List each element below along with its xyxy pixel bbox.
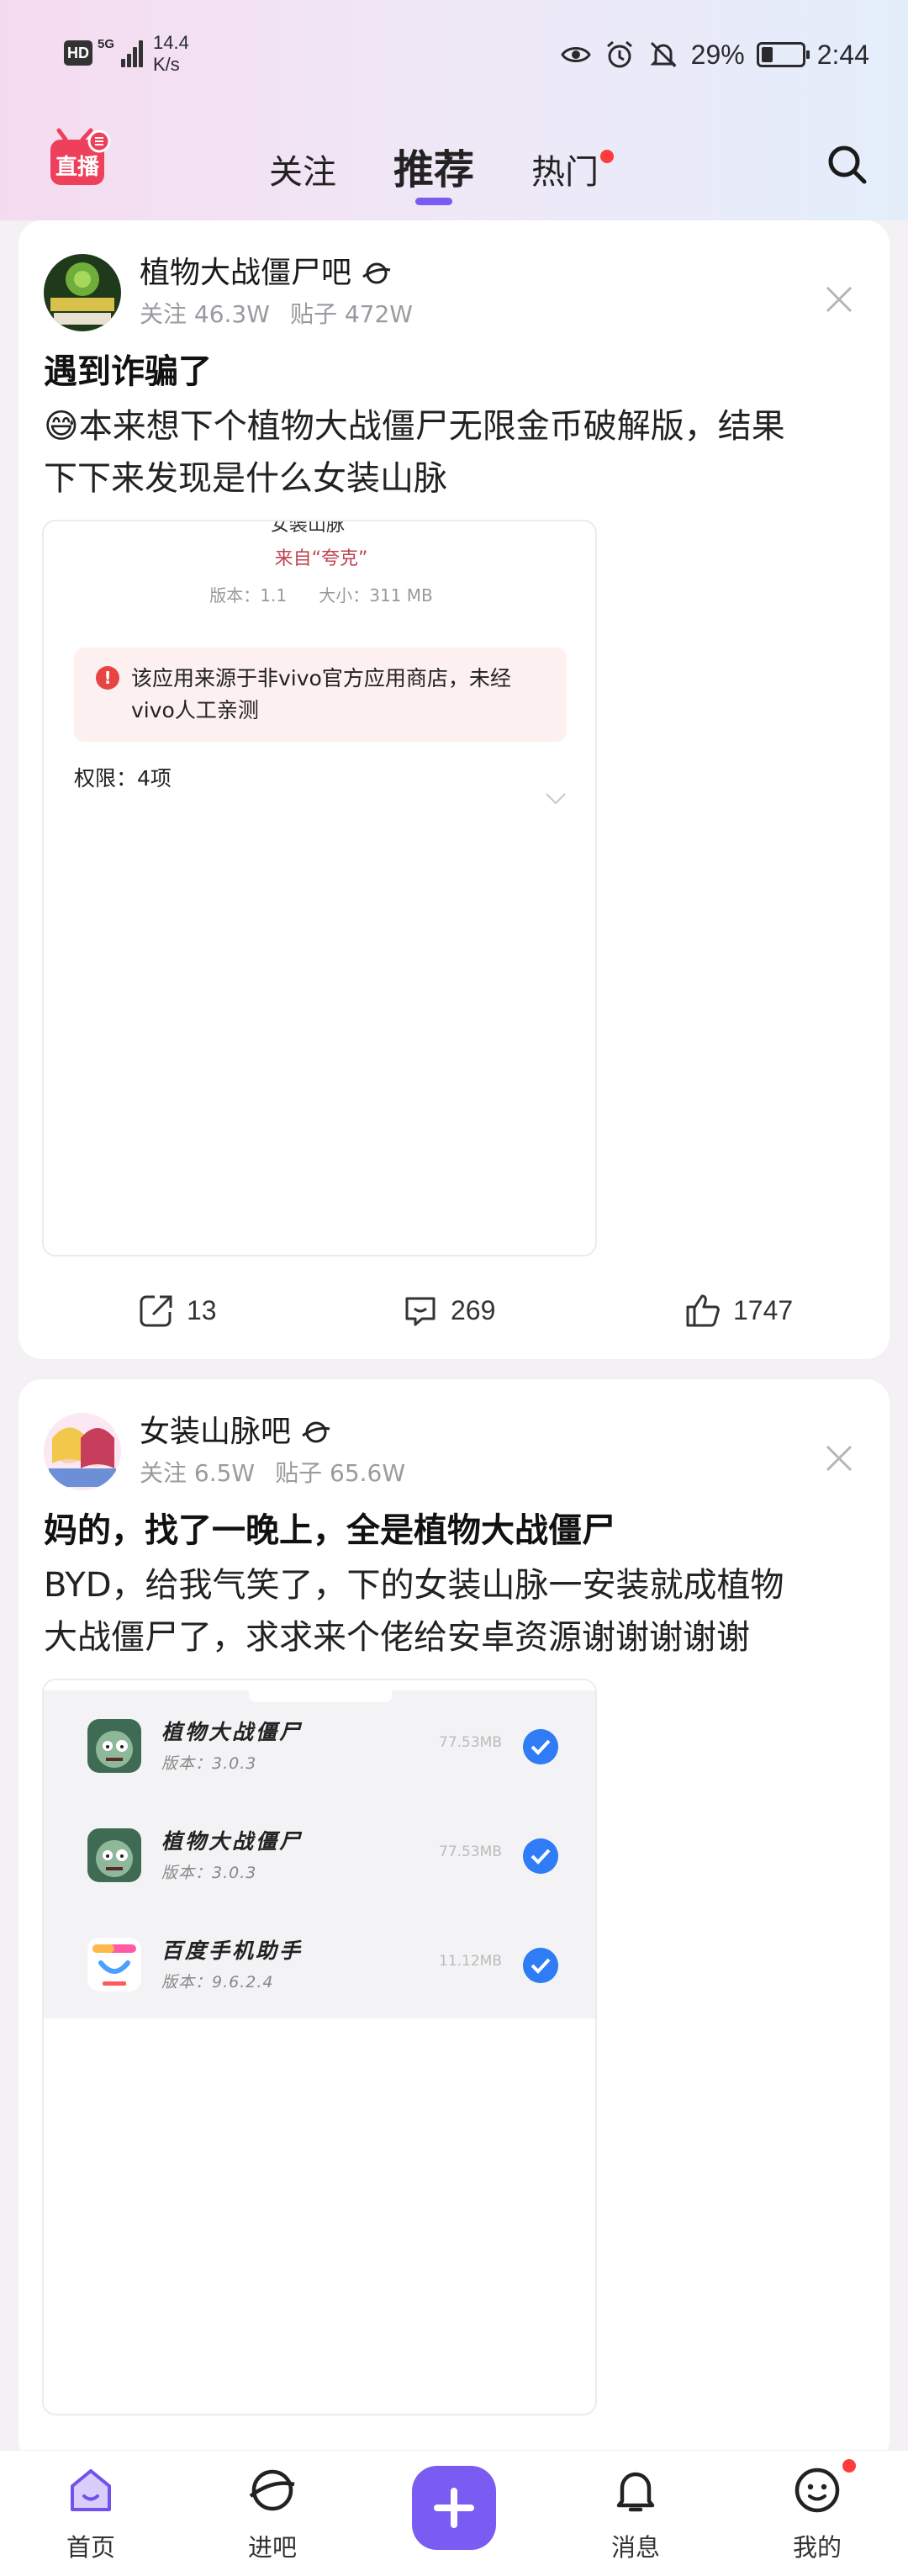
share-icon	[140, 1295, 172, 1327]
planet-icon	[362, 262, 391, 284]
post-body[interactable]: BYD，给我气笑了，下的女装山脉一安装就成植物 大战僵尸了，求求来个佬给安卓资源…	[44, 1559, 876, 1664]
comment-button[interactable]: 269	[402, 1285, 495, 1336]
forum-stats: 关注 46.3W 贴子 472W	[140, 300, 413, 328]
tab-follow[interactable]: 关注	[269, 151, 336, 193]
chevron-down-icon	[546, 793, 566, 805]
forum-avatar[interactable]	[44, 1413, 121, 1490]
clock: 2:44	[816, 39, 869, 70]
like-button[interactable]: 1747	[684, 1285, 793, 1336]
network-speed: 14.4 K/s	[153, 32, 189, 75]
post-card[interactable]: 女装山脉吧 关注 6.5W 贴子 65.6W 妈的，找了一晚上，全是植物大战僵尸 …	[18, 1379, 890, 2464]
post-actions: 13 269 1747	[18, 1285, 890, 1336]
checkbox-checked-icon	[523, 1838, 558, 1874]
zombie-icon	[87, 1828, 141, 1882]
nav-home[interactable]: 首页	[32, 2464, 150, 2573]
planet-icon	[249, 2469, 295, 2511]
post-body[interactable]: 😅本来想下个植物大战僵尸无限金币破解版，结果 下下来发现是什么女装山脉	[44, 400, 876, 505]
app-source: 来自“夸克”	[274, 548, 368, 569]
signal-icon	[116, 37, 145, 67]
post-title[interactable]: 妈的，找了一晚上，全是植物大战僵尸	[44, 1507, 615, 1554]
checkbox-checked-icon	[523, 1948, 558, 1983]
tab-hot[interactable]: 热门	[531, 150, 615, 193]
hd-indicator: HD	[64, 40, 92, 66]
forum-stats: 关注 6.5W 贴子 65.6W	[140, 1459, 406, 1487]
zombie-icon	[87, 1719, 141, 1773]
app-row: 植物大战僵尸 版本：3.0.3 77.53MB	[44, 1690, 595, 1800]
eye-icon	[560, 47, 591, 62]
post-image[interactable]: 植物大战僵尸 版本：3.0.3 77.53MB 植物大战僵尸 版本：3.0.3 …	[42, 1679, 597, 2415]
smiley-icon	[794, 2468, 840, 2513]
network-type: 5G	[98, 37, 115, 51]
status-right: 29% 2:44	[560, 34, 869, 76]
nav-forums[interactable]: 进吧	[214, 2464, 331, 2573]
status-bar: HD 5G 14.4 K/s 29% 2:44	[0, 0, 908, 109]
bottom-nav: 首页 进吧 消息 我的	[0, 2450, 908, 2576]
mute-icon	[650, 41, 677, 68]
warning-icon: !	[96, 666, 119, 690]
cropped-title: 女装山脉	[271, 520, 346, 536]
tab-recommend[interactable]: 推荐	[393, 146, 474, 205]
install-warning: ! 该应用来源于非vivo官方应用商店，未经vivo人工亲测	[74, 648, 567, 742]
alarm-icon	[606, 40, 632, 68]
svg-text:直播: 直播	[55, 155, 100, 180]
planet-icon	[302, 1421, 330, 1443]
battery-percent: 29%	[690, 39, 745, 70]
create-post-button[interactable]	[412, 2466, 496, 2550]
close-icon[interactable]	[822, 283, 856, 316]
nav-messages[interactable]: 消息	[577, 2464, 694, 2573]
app-row: 植物大战僵尸 版本：3.0.3 77.53MB	[44, 1800, 595, 1909]
app-row: 百度手机助手 版本：9.6.2.4 11.12MB	[44, 1909, 595, 2018]
share-button[interactable]: 13	[138, 1285, 217, 1336]
battery-icon	[756, 42, 810, 67]
post-image[interactable]: 女装山脉 来自“夸克” 版本：1.1 大小：311 MB ! 该应用来源于非vi…	[42, 520, 597, 1256]
forum-avatar[interactable]	[44, 254, 121, 331]
search-icon[interactable]	[824, 141, 871, 188]
home-icon	[71, 2469, 111, 2511]
baidu-assistant-icon	[87, 1938, 141, 1992]
post-title[interactable]: 遇到诈骗了	[44, 348, 212, 395]
post-card[interactable]: 植物大战僵尸吧 关注 46.3W 贴子 472W 遇到诈骗了 😅本来想下个植物大战…	[18, 220, 890, 1359]
plus-icon	[434, 2488, 474, 2528]
comment-icon	[405, 1297, 436, 1326]
nav-profile[interactable]: 我的	[758, 2459, 876, 2573]
profile-badge-dot	[842, 2459, 856, 2473]
top-nav: 直播 关注 推荐 热门	[0, 109, 908, 220]
close-icon[interactable]	[822, 1441, 856, 1475]
top-header: HD 5G 14.4 K/s 29% 2:44 直播 关注 推荐 热门	[0, 0, 908, 220]
app-version-size: 版本：1.1 大小：311 MB	[209, 585, 433, 606]
install-list: 植物大战僵尸 版本：3.0.3 77.53MB 植物大战僵尸 版本：3.0.3 …	[44, 1690, 595, 2018]
active-tab-indicator	[415, 198, 452, 205]
forum-name[interactable]: 女装山脉吧	[140, 1413, 331, 1452]
checkbox-checked-icon	[523, 1729, 558, 1764]
permissions-label: 权限：4项	[74, 766, 172, 791]
bell-icon	[616, 2472, 655, 2512]
live-logo-icon[interactable]: 直播	[49, 128, 111, 187]
forum-name[interactable]: 植物大战僵尸吧	[140, 254, 392, 293]
feed-tabs: 关注 推荐 热门	[269, 135, 615, 205]
hot-badge-dot	[600, 150, 615, 163]
thumbs-up-icon	[686, 1294, 720, 1327]
